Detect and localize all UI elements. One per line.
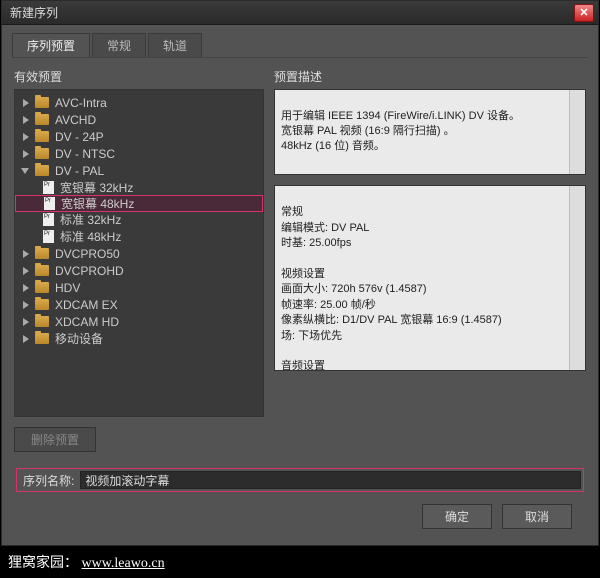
disclosure-icon[interactable] (21, 283, 31, 293)
disclosure-icon[interactable] (21, 266, 31, 276)
preset-file-icon (43, 213, 54, 226)
folder-icon (35, 114, 49, 125)
sequence-name-input[interactable] (80, 471, 581, 489)
tab-presets[interactable]: 序列预置 (12, 33, 90, 57)
ok-button[interactable]: 确定 (422, 504, 492, 529)
disclosure-icon[interactable] (21, 249, 31, 259)
preset-item[interactable]: 宽银幕 32kHz (15, 179, 263, 196)
preset-file-icon (43, 181, 54, 194)
close-button[interactable]: ✕ (574, 4, 594, 22)
disclosure-icon[interactable] (21, 166, 31, 176)
right-panel: 预置描述 用于编辑 IEEE 1394 (FireWire/i.LINK) DV… (274, 68, 586, 452)
sequence-name-label: 序列名称: (19, 472, 74, 489)
tree-item-label: 宽银幕 48kHz (61, 195, 134, 212)
left-panel-title: 有效预置 (14, 68, 264, 85)
preset-folder[interactable]: DV - NTSC (15, 145, 263, 162)
tree-item-label: AVC-Intra (55, 96, 107, 110)
main-area: 有效预置 AVC-Intra AVCHD DV - 24P DV - NTSC DV -… (12, 58, 588, 458)
sequence-name-row: 序列名称: (16, 468, 584, 492)
disclosure-icon[interactable] (21, 149, 31, 159)
tab-general[interactable]: 常规 (92, 33, 146, 57)
disclosure-icon[interactable] (21, 115, 31, 125)
tree-item-label: HDV (55, 281, 80, 295)
preset-file-icon (44, 197, 55, 210)
preset-folder[interactable]: XDCAM EX (15, 296, 263, 313)
folder-icon (35, 165, 49, 176)
preset-item[interactable]: 标准 32kHz (15, 211, 263, 228)
preset-folder[interactable]: DV - PAL (15, 162, 263, 179)
preset-folder[interactable]: HDV (15, 279, 263, 296)
tree-item-label: DV - PAL (55, 164, 104, 178)
credits-link[interactable]: www.leawo.cn (82, 556, 165, 571)
new-sequence-dialog: 新建序列 ✕ 序列预置 常规 轨道 有效预置 AVC-Intra AVCHD DV … (1, 0, 599, 546)
tree-item-label: AVCHD (55, 113, 96, 127)
folder-icon (35, 299, 49, 310)
preset-tree[interactable]: AVC-IntraAVCHDDV - 24PDV - NTSCDV - PAL宽… (14, 89, 264, 417)
disclosure-icon[interactable] (21, 132, 31, 142)
titlebar: 新建序列 ✕ (2, 1, 598, 25)
folder-icon (35, 248, 49, 259)
preset-item[interactable]: 宽银幕 48kHz (15, 195, 263, 212)
folder-icon (35, 131, 49, 142)
dialog-content: 序列预置 常规 轨道 有效预置 AVC-Intra AVCHD DV - 24P DV… (2, 25, 598, 545)
disclosure-icon[interactable] (21, 98, 31, 108)
preset-folder[interactable]: AVCHD (15, 111, 263, 128)
folder-icon (35, 333, 49, 344)
disclosure-icon[interactable] (21, 334, 31, 344)
preset-folder[interactable]: XDCAM HD (15, 313, 263, 330)
right-panel-title: 预置描述 (274, 68, 586, 85)
tree-item-label: DVCPROHD (55, 264, 124, 278)
preset-file-icon (43, 230, 54, 243)
tree-item-label: XDCAM HD (55, 315, 119, 329)
scrollbar[interactable] (569, 90, 585, 174)
footer-buttons: 确定 取消 (12, 496, 588, 541)
preset-folder[interactable]: DVCPRO50 (15, 245, 263, 262)
tab-tracks[interactable]: 轨道 (148, 33, 202, 57)
tree-item-label: DVCPRO50 (55, 247, 120, 261)
folder-icon (35, 148, 49, 159)
details-text: 常规 编辑模式: DV PAL 时基: 25.00fps 视频设置 画面大小: … (281, 206, 502, 371)
tree-item-label: 宽银幕 32kHz (60, 179, 133, 196)
preset-item[interactable]: 标准 48kHz (15, 228, 263, 245)
scrollbar[interactable] (569, 186, 585, 370)
credits: 狸窝家园： www.leawo.cn (0, 546, 600, 578)
folder-icon (35, 316, 49, 327)
tree-item-label: 移动设备 (55, 330, 103, 347)
preset-details: 常规 编辑模式: DV PAL 时基: 25.00fps 视频设置 画面大小: … (274, 185, 586, 371)
folder-icon (35, 265, 49, 276)
preset-folder[interactable]: AVC-Intra (15, 94, 263, 111)
tree-item-label: DV - 24P (55, 130, 104, 144)
credits-label: 狸窝家园： (8, 556, 78, 571)
folder-icon (35, 282, 49, 293)
tree-item-label: 标准 32kHz (60, 211, 121, 228)
window-title: 新建序列 (6, 4, 574, 21)
description-text: 用于编辑 IEEE 1394 (FireWire/i.LINK) DV 设备。 … (281, 110, 520, 152)
tree-item-label: XDCAM EX (55, 298, 118, 312)
preset-description: 用于编辑 IEEE 1394 (FireWire/i.LINK) DV 设备。 … (274, 89, 586, 175)
disclosure-icon[interactable] (21, 300, 31, 310)
delete-preset-button: 删除预置 (14, 427, 96, 452)
left-panel: 有效预置 AVC-Intra AVCHD DV - 24P DV - NTSC DV -… (14, 68, 264, 452)
disclosure-icon[interactable] (21, 317, 31, 327)
preset-folder[interactable]: 移动设备 (15, 330, 263, 347)
tree-item-label: DV - NTSC (55, 147, 115, 161)
preset-folder[interactable]: DVCPROHD (15, 262, 263, 279)
tree-item-label: 标准 48kHz (60, 228, 121, 245)
cancel-button[interactable]: 取消 (502, 504, 572, 529)
tab-bar: 序列预置 常规 轨道 (12, 33, 588, 58)
folder-icon (35, 97, 49, 108)
preset-folder[interactable]: DV - 24P (15, 128, 263, 145)
